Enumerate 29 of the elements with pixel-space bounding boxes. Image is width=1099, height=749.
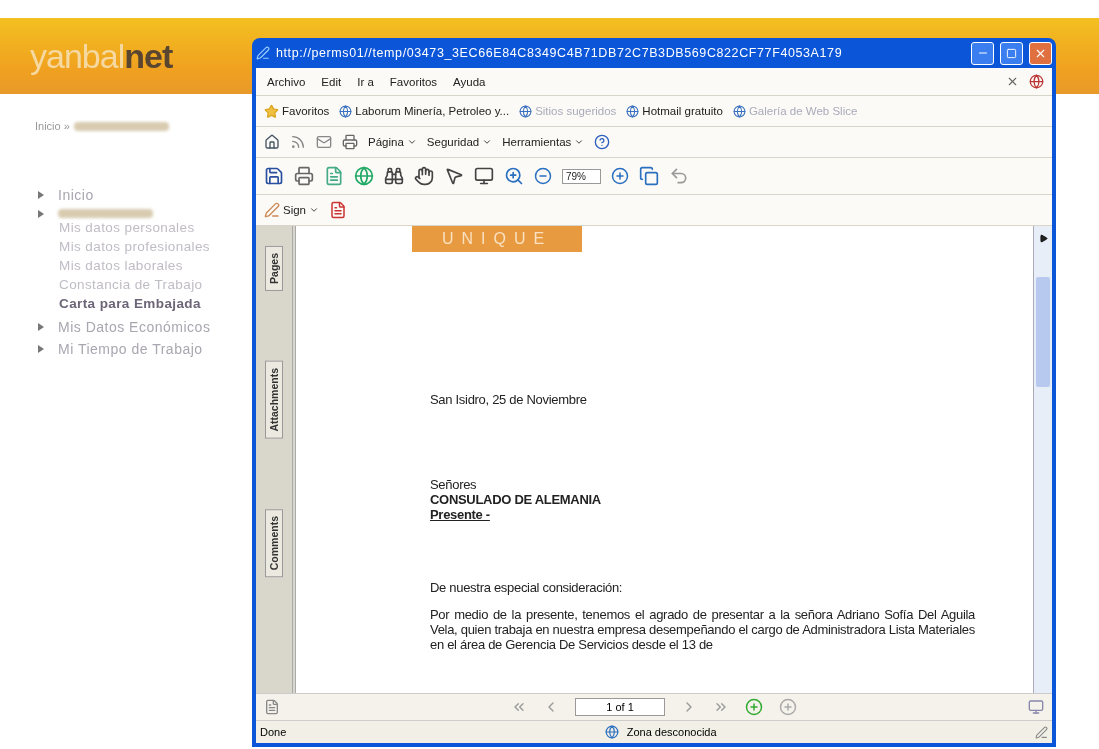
letter-paragraph: Por medio de la presente, tenemos el agrado de presentar a la señora Adriano Sofía Del Aguila Vela, quien trabaja en nuestra empresa desempeñando el cargo de Administradora Lista Materiales en el área de Gerencia De Servicios desde el 13 de <box>430 607 975 652</box>
menu-item[interactable]: Edit <box>318 75 345 88</box>
menu-item[interactable]: Ayuda <box>450 75 489 88</box>
status-text: Done <box>260 726 287 738</box>
page-field[interactable]: 1 of 1 <box>575 698 665 716</box>
zoom-field[interactable]: 79% <box>562 168 601 184</box>
letter-salutation: Señores <box>430 477 478 492</box>
zone-text: Zona desconocida <box>626 726 717 738</box>
letter-greeting: De nuestra especial consideración: <box>430 580 624 595</box>
menu-item[interactable]: Favoritos <box>386 75 441 88</box>
command-menu[interactable]: Página <box>368 136 417 148</box>
side-tab[interactable]: Comments <box>265 508 283 577</box>
nav-sub-link[interactable]: Carta para Embajada <box>59 294 201 313</box>
unique-banner: UNIQUE <box>412 226 582 252</box>
yanbalnet-logo: yanbalnet <box>30 36 173 76</box>
letter-recipient: CONSULADO DE ALEMANIA <box>430 492 602 507</box>
favorite-link[interactable]: Laborum Minería, Petroleo y... <box>339 104 510 118</box>
letter-presente: Presente - <box>430 507 491 522</box>
favorite-link[interactable]: Hotmail gratuito <box>626 104 723 118</box>
menu-item[interactable]: Ir a <box>354 75 377 88</box>
command-menu[interactable]: Herramientas <box>502 136 585 148</box>
command-menu[interactable]: Seguridad <box>426 136 493 148</box>
letter-date: San Isidro, 25 de Noviembre <box>430 392 588 407</box>
sign-button[interactable]: Sign <box>264 202 320 218</box>
side-tab[interactable]: Pages <box>265 246 283 291</box>
favorites-button[interactable]: Favoritos <box>264 103 330 119</box>
side-tab[interactable]: Attachments <box>265 360 283 439</box>
menu-item[interactable]: Archivo <box>264 75 309 88</box>
window-title: http://perms01//temp/03473_3EC66E84C8349C4B71DB72C7B3DB569C822CF77F4053A179 <box>276 46 844 60</box>
